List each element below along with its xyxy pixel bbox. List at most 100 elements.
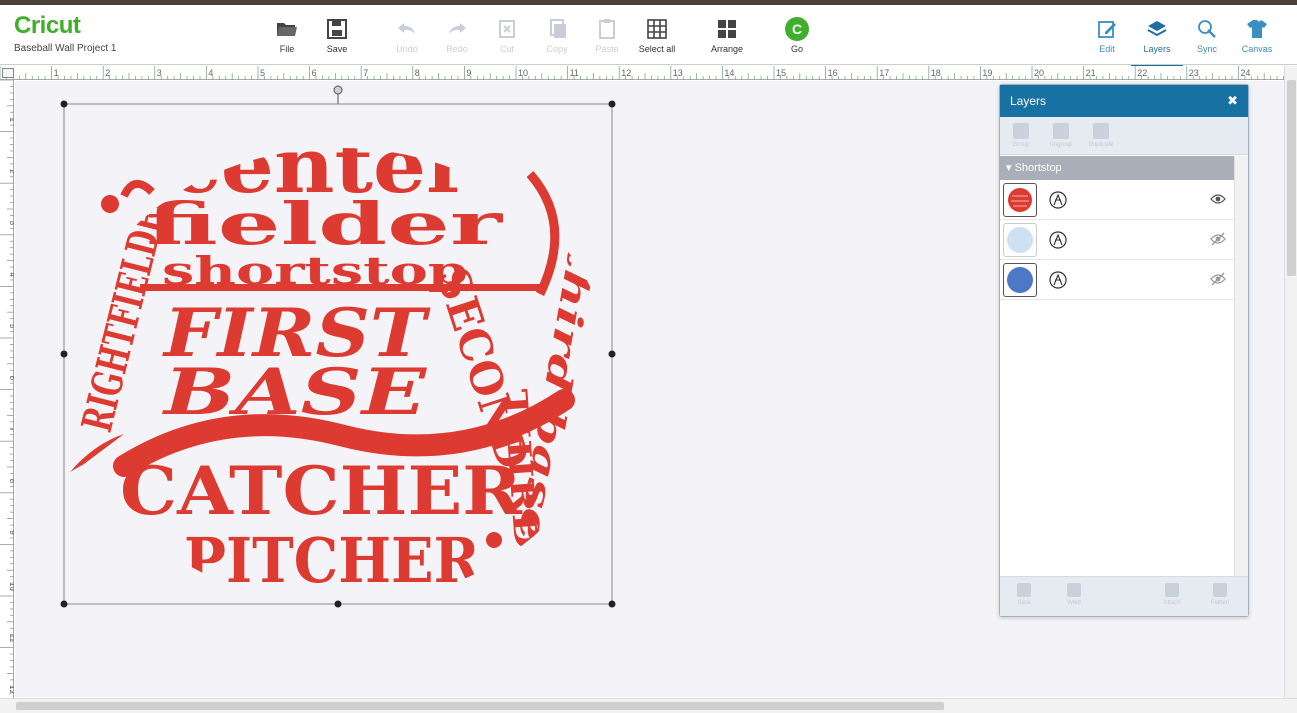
top-toolbar: Cricut Baseball Wall Project 1 File Save… xyxy=(0,5,1297,67)
close-icon[interactable]: ✖ xyxy=(1227,85,1238,117)
layers-panel: Layers ✖ Group Ungroup Duplicate ▾ Short… xyxy=(999,84,1249,617)
ruler-top-label: 7 xyxy=(363,68,368,78)
ruler-top-label: 22 xyxy=(1137,68,1147,78)
ruler-left-label: 3 xyxy=(8,221,14,226)
ruler-left-label: 4 xyxy=(8,272,14,277)
ungroup-button[interactable]: Ungroup xyxy=(1044,123,1078,148)
word-shortstop: shortstop xyxy=(162,248,468,293)
file-button[interactable]: File xyxy=(259,17,315,54)
tab-edit[interactable]: Edit xyxy=(1079,17,1135,54)
cut-button[interactable]: Cut xyxy=(479,17,535,54)
ruler-top-label: 20 xyxy=(1034,68,1044,78)
duplicate-icon xyxy=(1093,123,1109,139)
horizontal-scroll-thumb[interactable] xyxy=(16,702,944,710)
canvas-vertical-scrollbar[interactable] xyxy=(1284,66,1297,698)
ruler-corner[interactable] xyxy=(2,68,14,78)
group-button[interactable]: Group xyxy=(1004,123,1038,148)
layer-thumbnail[interactable] xyxy=(1003,223,1037,257)
paste-label: Paste xyxy=(595,44,619,54)
layers-scrollbar[interactable] xyxy=(1234,156,1248,576)
slice-button[interactable]: Slice xyxy=(1004,583,1044,606)
select-all-button[interactable]: Select all xyxy=(629,17,685,54)
layer-group-name: Shortstop xyxy=(1014,162,1062,174)
eye-hidden-icon[interactable] xyxy=(1210,272,1226,286)
pencil-edit-icon xyxy=(1098,21,1116,38)
contour-icon[interactable] xyxy=(1048,230,1068,250)
tshirt-canvas-icon xyxy=(1247,20,1267,38)
collapse-triangle-icon[interactable]: ▾ xyxy=(1006,162,1012,174)
ruler-left-label: 8 xyxy=(8,479,14,484)
undo-icon xyxy=(398,23,415,34)
layer-group-row[interactable]: ▾ Shortstop xyxy=(1000,156,1234,180)
duplicate-button[interactable]: Duplicate xyxy=(1084,123,1118,148)
resize-handle-middle-right[interactable] xyxy=(608,350,616,358)
attach-button[interactable]: Attach xyxy=(1152,583,1192,606)
tab-sync[interactable]: Sync xyxy=(1179,17,1235,54)
ruler-left-label: 9 xyxy=(8,530,14,535)
ruler-top-label: 1 xyxy=(54,68,59,78)
word-pitcher: PITCHER xyxy=(184,524,480,597)
ruler-top-label: 23 xyxy=(1189,68,1199,78)
ruler-top-label: 18 xyxy=(931,68,941,78)
select-all-grid-icon xyxy=(647,19,667,39)
ungroup-icon xyxy=(1053,123,1069,139)
resize-handle-bottom-left[interactable] xyxy=(60,600,68,608)
undo-button[interactable]: Undo xyxy=(379,17,435,54)
paste-button[interactable]: Paste xyxy=(579,17,635,54)
weld-icon xyxy=(1067,583,1081,597)
go-label: Go xyxy=(790,44,803,54)
flatten-button[interactable]: Flatten xyxy=(1200,583,1240,606)
contour-icon[interactable] xyxy=(1048,190,1068,210)
vertical-scroll-thumb[interactable] xyxy=(1287,80,1296,276)
arrange-icon xyxy=(718,20,736,38)
canvas-horizontal-scrollbar[interactable] xyxy=(0,698,1297,713)
ruler-horizontal: 1 2 3 4 5 6 7 8 9 10 11 12 13 14 15 16 17 18 19 20 21 22 23 24 xyxy=(0,66,1284,80)
ruler-top-label: 16 xyxy=(828,68,838,78)
rotate-handle[interactable] xyxy=(333,85,343,95)
eye-hidden-icon[interactable] xyxy=(1210,232,1226,246)
cricut-logo[interactable]: Cricut xyxy=(14,13,116,39)
tab-canvas-label: Canvas xyxy=(1241,44,1273,54)
layer-row[interactable] xyxy=(1000,260,1234,300)
paste-icon xyxy=(599,19,615,39)
brand-area: Cricut Baseball Wall Project 1 xyxy=(14,13,117,55)
layers-panel-title: Layers xyxy=(1010,94,1047,108)
tab-layers[interactable]: Layers xyxy=(1129,17,1185,67)
layer-row[interactable] xyxy=(1000,220,1234,260)
save-button[interactable]: Save xyxy=(309,17,365,54)
layer-row[interactable] xyxy=(1000,180,1234,220)
layer-thumbnail[interactable] xyxy=(1003,263,1037,297)
ruler-top-label: 11 xyxy=(570,68,579,78)
undo-label: Undo xyxy=(396,44,418,54)
contour-icon[interactable] xyxy=(1048,270,1068,290)
layer-thumbnail[interactable] xyxy=(1003,183,1037,217)
tab-canvas[interactable]: Canvas xyxy=(1229,17,1285,54)
arrange-button[interactable]: Arrange xyxy=(699,17,755,54)
ruler-vertical: 123456789101112 xyxy=(0,79,17,698)
resize-handle-bottom-right[interactable] xyxy=(608,600,616,608)
resize-handle-top-left[interactable] xyxy=(60,100,68,108)
ruler-left-label: 7 xyxy=(8,427,14,432)
go-button[interactable]: C Go xyxy=(769,17,825,54)
layers-icon xyxy=(1147,21,1167,37)
redo-button[interactable]: Redo xyxy=(429,17,485,54)
sync-pen-icon xyxy=(1198,20,1216,38)
slice-icon xyxy=(1017,583,1031,597)
go-icon: C xyxy=(785,17,809,41)
ruler-top-label: 2 xyxy=(105,68,110,78)
ruler-left-label: 12 xyxy=(8,685,14,694)
selected-design-group[interactable]: center fielder shortstop FIRST BASE CATC… xyxy=(60,85,616,608)
resize-handle-bottom-middle[interactable] xyxy=(334,600,342,608)
weld-button[interactable]: Weld xyxy=(1054,583,1094,606)
redo-label: Redo xyxy=(446,44,468,54)
ruler-top-label: 8 xyxy=(415,68,420,78)
ruler-top-label: 24 xyxy=(1240,68,1250,78)
resize-handle-middle-left[interactable] xyxy=(60,350,68,358)
ruler-top-label: 10 xyxy=(518,68,528,78)
resize-handle-top-right[interactable] xyxy=(608,100,616,108)
ruler-top-label: 9 xyxy=(466,68,471,78)
ruler-top-label: 19 xyxy=(982,68,992,78)
copy-button[interactable]: Copy xyxy=(529,17,585,54)
project-name: Baseball Wall Project 1 xyxy=(14,43,117,54)
eye-visible-icon[interactable] xyxy=(1210,192,1226,206)
